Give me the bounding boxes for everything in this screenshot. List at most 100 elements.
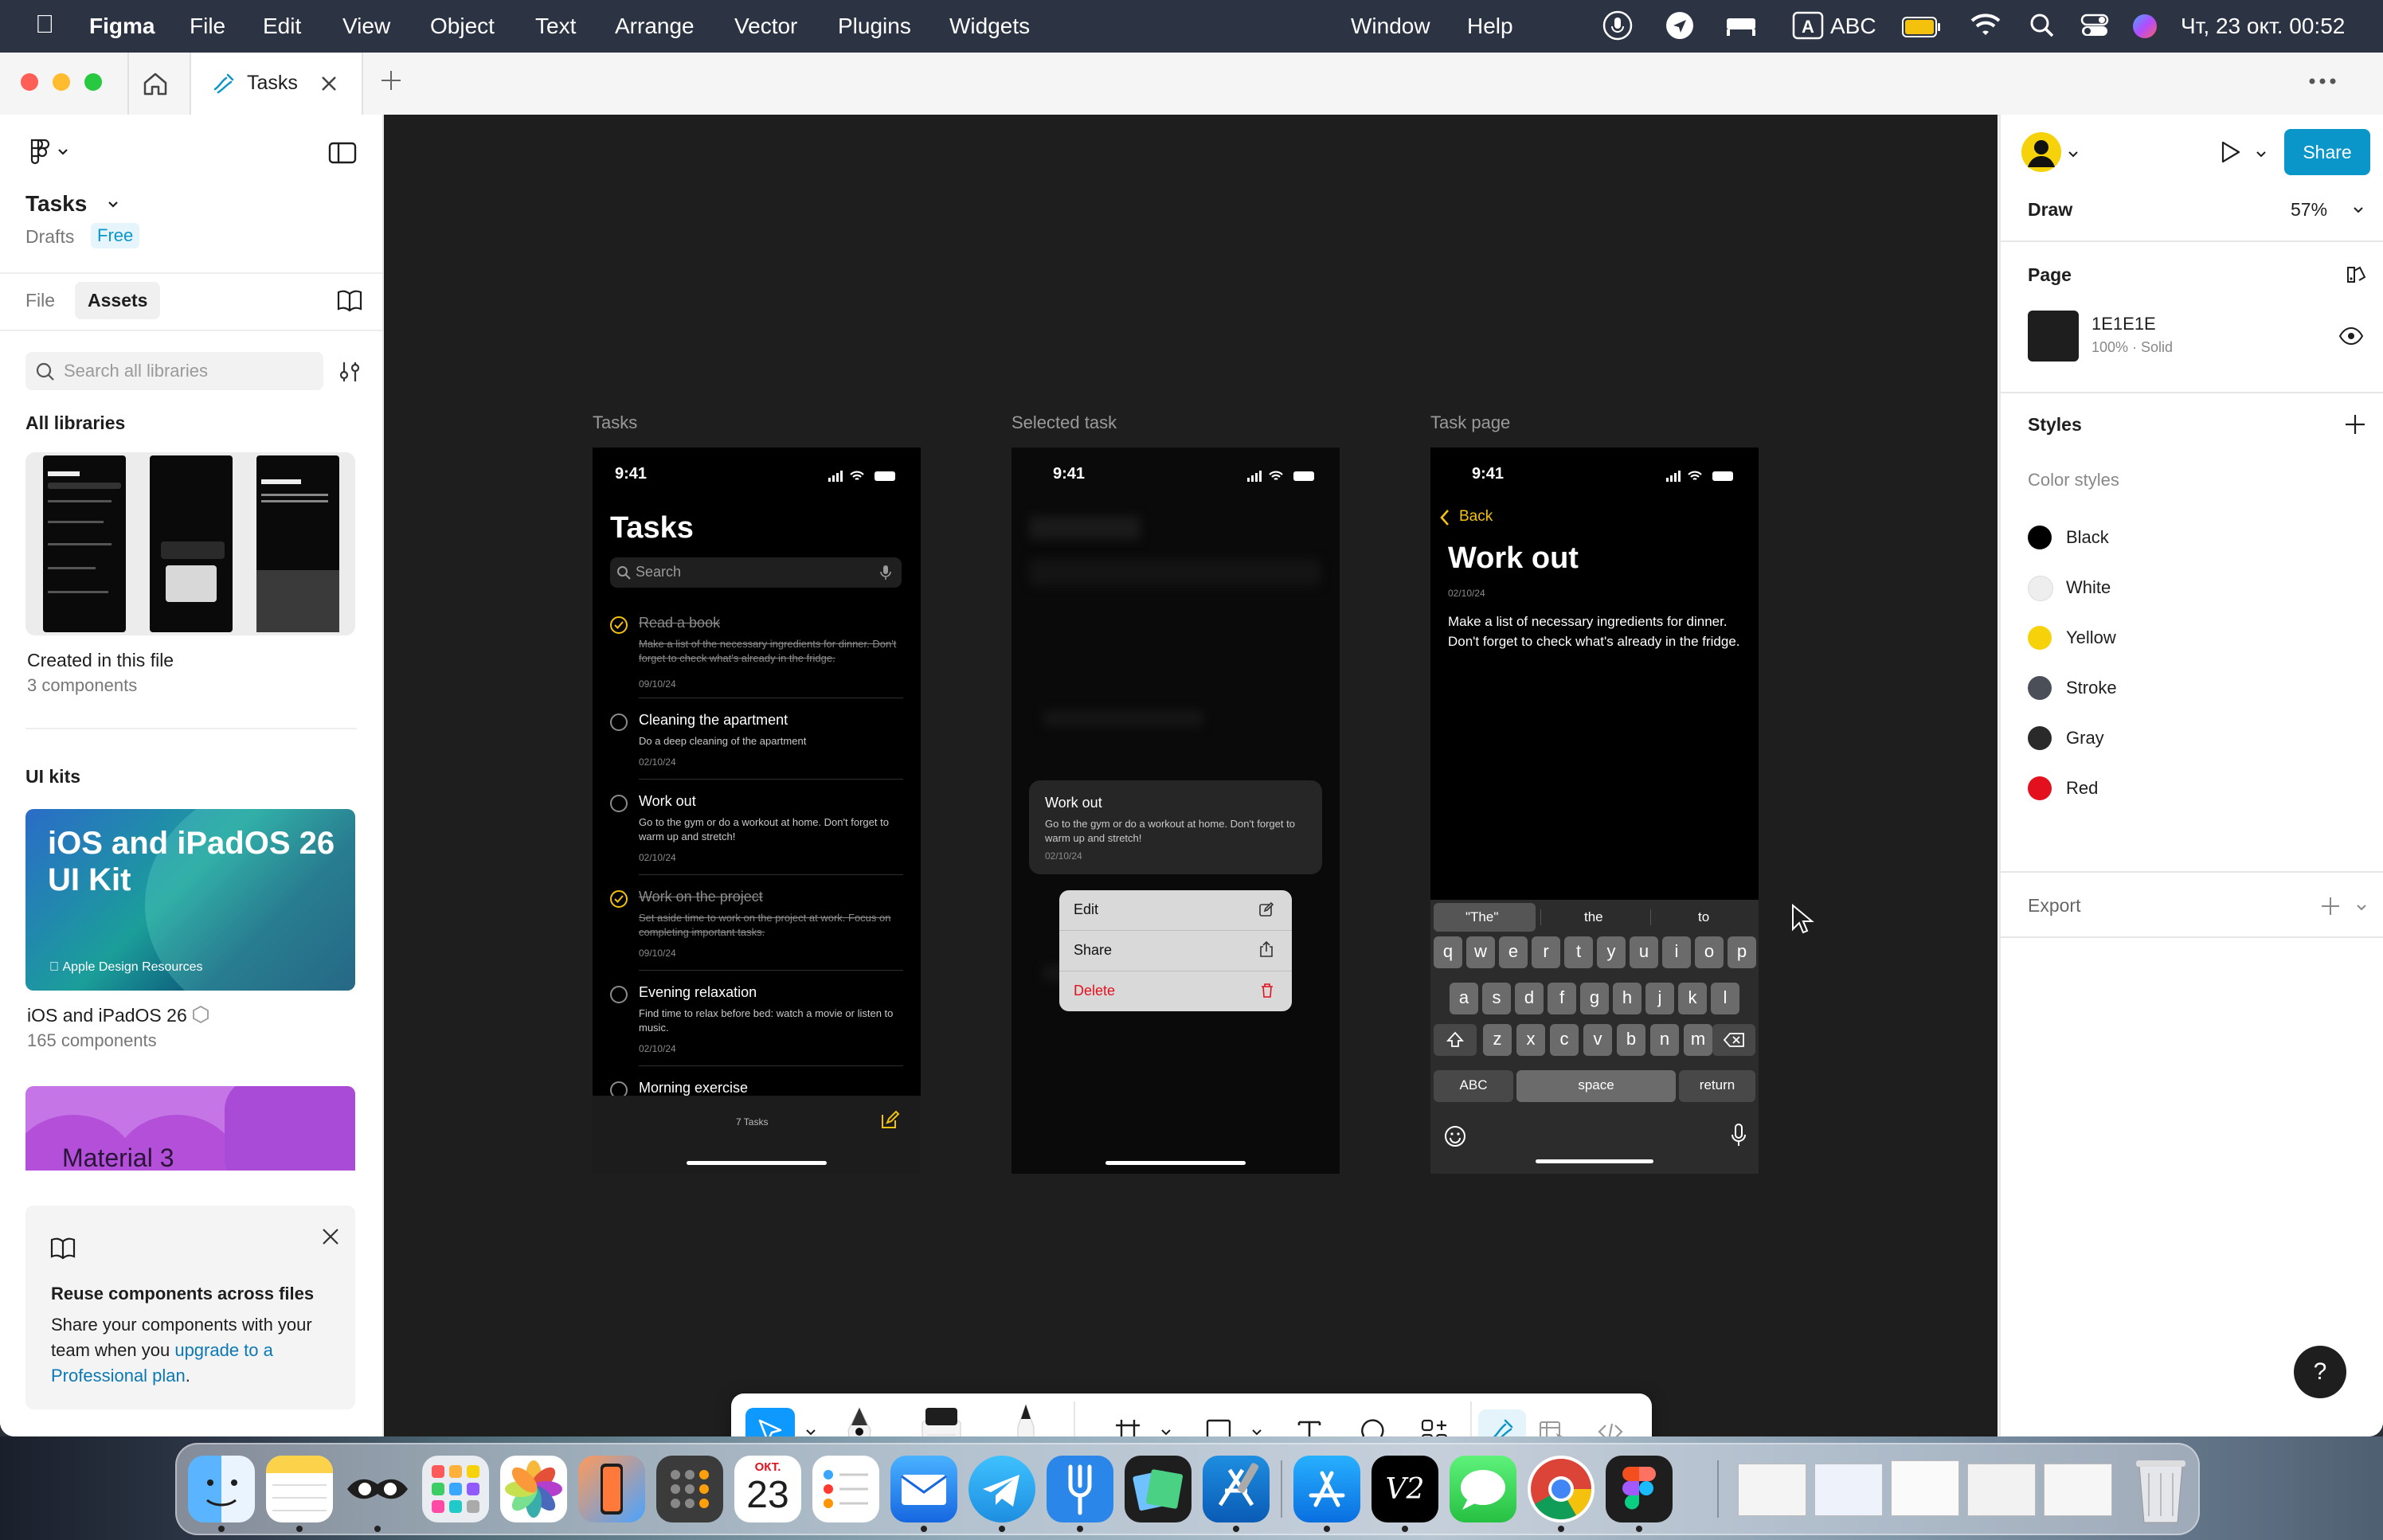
library-book-icon[interactable] [336, 288, 363, 312]
calculator-icon[interactable] [656, 1456, 723, 1522]
menu-plugins[interactable]: Plugins [838, 14, 911, 39]
suggestion-1[interactable]: "The" [1465, 909, 1498, 925]
frame-selected-task[interactable]: 9:41 Work out Go to the gym or do a work… [1012, 448, 1340, 1174]
ios-kit-cover[interactable]: iOS and iPadOS 26 UI Kit  Apple Design … [25, 809, 355, 991]
input-source-icon[interactable]: A [1792, 11, 1824, 40]
microphone-status-icon[interactable] [1602, 10, 1633, 41]
chrome-icon[interactable] [1528, 1456, 1595, 1522]
menu-text[interactable]: Text [535, 14, 576, 39]
key-h[interactable]: h [1613, 983, 1641, 1014]
suggestion-3[interactable]: to [1698, 909, 1709, 925]
canvas[interactable]: Tasks 9:41 Tasks Search Read a book Make… [384, 115, 1998, 1436]
key-z[interactable]: z [1483, 1024, 1512, 1056]
color-style-black[interactable]: Black [2001, 521, 2383, 553]
dev-mode-icon[interactable] [1596, 1417, 1625, 1436]
key-a[interactable]: a [1450, 983, 1478, 1014]
minimized-window-thumb[interactable] [1738, 1464, 1806, 1516]
key-y[interactable]: y [1597, 936, 1626, 968]
chevron-down-icon[interactable] [1160, 1425, 1172, 1436]
menu-arrange[interactable]: Arrange [615, 14, 695, 39]
fork-icon[interactable] [1047, 1456, 1113, 1522]
location-icon[interactable] [1665, 10, 1695, 41]
help-button[interactable]: ? [2294, 1346, 2346, 1398]
photos-icon[interactable] [500, 1456, 567, 1522]
app-store-icon[interactable] [1293, 1456, 1360, 1522]
add-export-icon[interactable] [2319, 895, 2342, 917]
rectangle-tool-icon[interactable] [1204, 1417, 1233, 1436]
key-t[interactable]: t [1564, 936, 1593, 968]
menu-file[interactable]: File [190, 14, 225, 39]
color-style-red[interactable]: Red [2001, 772, 2383, 803]
export-heading[interactable]: Export [2028, 895, 2080, 917]
color-style-yellow[interactable]: Yellow [2001, 621, 2383, 653]
frame-tool-icon[interactable] [1113, 1417, 1142, 1436]
draw-mode-button[interactable] [1478, 1409, 1526, 1436]
mirror-app-icon[interactable] [344, 1456, 411, 1522]
telegram-icon[interactable] [968, 1456, 1035, 1522]
key-w[interactable]: w [1466, 936, 1495, 968]
file-location[interactable]: Drafts [25, 226, 74, 248]
close-tab-icon[interactable] [319, 73, 339, 94]
key-m[interactable]: m [1684, 1024, 1712, 1056]
new-tab-icon[interactable] [379, 68, 403, 92]
chevron-down-icon[interactable] [2066, 147, 2080, 161]
space-key[interactable]: space [1516, 1070, 1676, 1102]
key-v[interactable]: v [1583, 1024, 1612, 1056]
library-settings-icon[interactable] [338, 360, 362, 384]
checkbox-circle-icon[interactable] [610, 713, 628, 731]
iphone-mirroring-icon[interactable] [578, 1456, 645, 1522]
dictation-icon[interactable] [1730, 1123, 1747, 1148]
frame-label-task-page[interactable]: Task page [1430, 412, 1510, 433]
back-chevron-icon[interactable] [1438, 508, 1451, 527]
compose-icon[interactable] [879, 1110, 900, 1131]
preview-icon[interactable] [1125, 1456, 1192, 1522]
abc-key[interactable]: ABC [1434, 1070, 1513, 1102]
zoom-level[interactable]: 57% [2291, 199, 2327, 221]
library-thumbnail[interactable] [25, 452, 355, 635]
key-x[interactable]: x [1516, 1024, 1545, 1056]
key-j[interactable]: j [1645, 983, 1674, 1014]
key-s[interactable]: s [1482, 983, 1511, 1014]
frame-task-page[interactable]: 9:41 Back Work out 02/10/24 Make a list … [1430, 448, 1759, 1174]
chevron-down-icon[interactable] [105, 196, 121, 212]
ios-search-field[interactable]: Search [610, 557, 902, 588]
checkbox-circle-icon[interactable] [610, 986, 628, 1003]
key-b[interactable]: b [1617, 1024, 1645, 1056]
tab-file[interactable]: File [25, 290, 55, 311]
key-r[interactable]: r [1532, 936, 1560, 968]
key-n[interactable]: n [1650, 1024, 1679, 1056]
page-styles-icon[interactable] [2345, 263, 2369, 287]
move-tool-button[interactable] [745, 1408, 795, 1436]
key-q[interactable]: q [1434, 936, 1462, 968]
frame-label-tasks[interactable]: Tasks [593, 412, 637, 433]
menu-edit[interactable]: Edit [263, 14, 301, 39]
checkbox-circle-icon[interactable] [610, 795, 628, 812]
menu-widgets[interactable]: Widgets [949, 14, 1030, 39]
menu-vector[interactable]: Vector [734, 14, 797, 39]
v2-app-icon[interactable]: V2 [1371, 1456, 1438, 1522]
clock[interactable]: Чт, 23 окт. 00:52 [2181, 14, 2345, 39]
toggle-sidebar-icon[interactable] [328, 142, 357, 164]
apple-menu-icon[interactable]:  [35, 10, 54, 39]
checkmark-circle-icon[interactable] [610, 616, 628, 634]
input-source-label[interactable]: ABC [1830, 14, 1876, 39]
context-menu-delete[interactable]: Delete [1059, 971, 1292, 1011]
frame-label-selected-task[interactable]: Selected task [1012, 412, 1117, 433]
color-style-stroke[interactable]: Stroke [2001, 671, 2383, 703]
pen-tool-icon[interactable] [839, 1403, 879, 1436]
reminders-icon[interactable] [812, 1456, 879, 1522]
messages-icon[interactable] [1450, 1456, 1516, 1522]
key-o[interactable]: o [1695, 936, 1724, 968]
zoom-window-button[interactable] [84, 73, 102, 91]
key-e[interactable]: e [1499, 936, 1528, 968]
material-kit-cover[interactable]: Material 3 [25, 1086, 355, 1171]
minimized-window-thumb[interactable] [1814, 1464, 1883, 1516]
menu-view[interactable]: View [342, 14, 390, 39]
minimized-window-thumb[interactable] [1891, 1460, 1959, 1516]
task-page-body[interactable]: Make a list of necessary ingredients for… [1448, 612, 1743, 651]
suggestion-2[interactable]: the [1584, 909, 1603, 925]
calendar-icon[interactable]: ОКТ. 23 [734, 1456, 801, 1522]
eye-icon[interactable] [2338, 326, 2364, 346]
key-f[interactable]: f [1548, 983, 1576, 1014]
figma-menu-icon[interactable] [27, 137, 75, 166]
